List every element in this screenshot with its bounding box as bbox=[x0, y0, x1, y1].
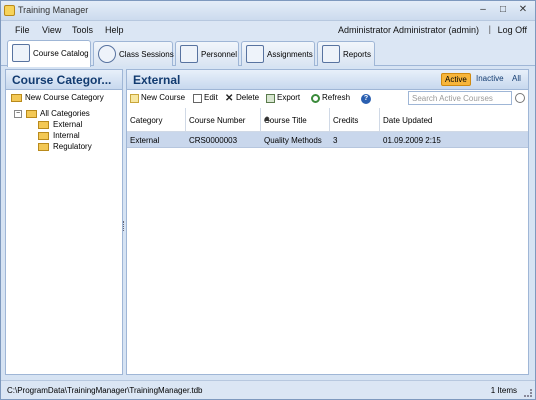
folder-icon bbox=[38, 143, 49, 151]
printer-icon bbox=[322, 45, 340, 63]
new-course-button[interactable]: New Course bbox=[130, 93, 190, 105]
tree-node-regulatory[interactable]: Regulatory bbox=[26, 141, 116, 153]
tab-course-catalog[interactable]: Course Catalog bbox=[7, 40, 91, 67]
column-header-label: Credits bbox=[333, 116, 359, 125]
menu-tools[interactable]: Tools bbox=[72, 25, 93, 35]
tree-node-label: External bbox=[53, 120, 83, 129]
refresh-button[interactable]: Refresh bbox=[311, 93, 355, 105]
cell-date-updated: 01.09.2009 2:15 bbox=[383, 136, 441, 145]
filter-inactive[interactable]: Inactive bbox=[473, 73, 507, 84]
search-active-courses-input[interactable] bbox=[408, 91, 512, 105]
edit-button[interactable]: Edit bbox=[193, 93, 223, 105]
delete-icon: ✕ bbox=[225, 93, 234, 104]
tab-reports[interactable]: Reports bbox=[317, 41, 375, 66]
table-row[interactable]: External CRS0000003 Quality Methods 3 01… bbox=[127, 132, 528, 148]
course-panel: External Active Inactive All New Course … bbox=[126, 69, 529, 375]
close-button[interactable]: ✕ bbox=[515, 3, 531, 17]
new-course-category-button[interactable]: New Course Category bbox=[6, 90, 122, 106]
new-folder-icon bbox=[11, 94, 22, 102]
app-window: Training Manager – □ ✕ File View Tools H… bbox=[0, 0, 536, 400]
delete-button[interactable]: ✕ Delete bbox=[225, 93, 263, 105]
id-card-icon bbox=[180, 45, 198, 63]
clock-icon bbox=[98, 45, 116, 63]
book-icon bbox=[12, 44, 30, 62]
maximize-button[interactable]: □ bbox=[495, 3, 511, 17]
menu-file[interactable]: File bbox=[15, 25, 30, 35]
course-toolbar: New Course Edit ✕ Delete Export Refresh … bbox=[127, 90, 528, 108]
tab-label: Assignments bbox=[267, 50, 313, 59]
filter-active[interactable]: Active bbox=[441, 73, 471, 86]
current-user: Administrator Administrator (admin) bbox=[337, 25, 479, 35]
new-document-icon bbox=[130, 94, 139, 103]
window-title: Training Manager bbox=[18, 5, 89, 15]
log-off-link[interactable]: Log Off bbox=[498, 25, 527, 35]
course-panel-header: External Active Inactive All bbox=[127, 70, 528, 90]
refresh-icon bbox=[311, 94, 320, 103]
collapse-icon[interactable]: − bbox=[14, 110, 22, 118]
tab-personnel[interactable]: Personnel bbox=[175, 41, 239, 66]
column-header-label: Course Number bbox=[189, 116, 246, 125]
tab-label: Personnel bbox=[201, 50, 238, 59]
resize-grip-icon[interactable] bbox=[524, 389, 532, 397]
tab-label: Reports bbox=[343, 50, 372, 59]
folder-icon bbox=[38, 132, 49, 140]
edit-icon bbox=[193, 94, 202, 103]
category-panel-title: Course Categor... bbox=[12, 73, 112, 87]
minimize-button[interactable]: – bbox=[475, 3, 491, 17]
tree-node-label: All Categories bbox=[40, 109, 90, 118]
clipboard-icon bbox=[246, 45, 264, 63]
app-icon bbox=[4, 5, 15, 16]
help-icon: ? bbox=[361, 94, 371, 104]
column-header-course-number[interactable]: Course Number bbox=[186, 108, 261, 132]
course-panel-title: External bbox=[133, 73, 181, 87]
status-bar: C:\ProgramData\TrainingManager\TrainingM… bbox=[1, 380, 535, 399]
column-header-date-updated[interactable]: Date Updated bbox=[380, 108, 528, 132]
column-header-credits[interactable]: Credits bbox=[330, 108, 380, 132]
new-course-label: New Course bbox=[141, 93, 186, 102]
category-panel: Course Categor... New Course Category − … bbox=[5, 69, 123, 375]
tab-class-sessions[interactable]: Class Sessions bbox=[93, 41, 174, 66]
tab-label: Course Catalog bbox=[33, 49, 89, 58]
export-button[interactable]: Export bbox=[266, 93, 304, 105]
folder-icon bbox=[38, 121, 49, 129]
module-tabs: Course Catalog Class Sessions Personnel … bbox=[1, 39, 535, 67]
column-header-label: Course Title bbox=[264, 116, 307, 125]
tree-node-label: Internal bbox=[53, 131, 80, 140]
new-course-category-label: New Course Category bbox=[25, 93, 104, 102]
menu-separator: | bbox=[488, 24, 491, 34]
export-label: Export bbox=[277, 93, 301, 102]
tab-label: Class Sessions bbox=[119, 50, 174, 59]
menu-view[interactable]: View bbox=[42, 25, 61, 35]
column-header-category[interactable]: Category bbox=[127, 108, 186, 132]
refresh-label: Refresh bbox=[322, 93, 351, 102]
column-header-course-title[interactable]: Course Title bbox=[261, 108, 330, 132]
category-panel-header: Course Categor... bbox=[6, 70, 122, 90]
help-button[interactable]: ? bbox=[361, 93, 373, 105]
folder-icon bbox=[26, 110, 37, 118]
column-header-label: Category bbox=[130, 116, 163, 125]
tree-node-label: Regulatory bbox=[53, 142, 92, 151]
menu-bar: File View Tools Help Administrator Admin… bbox=[1, 21, 535, 39]
cell-course-title: Quality Methods bbox=[264, 136, 322, 145]
export-icon bbox=[266, 94, 275, 103]
menu-help[interactable]: Help bbox=[105, 25, 124, 35]
tab-assignments[interactable]: Assignments bbox=[241, 41, 315, 66]
title-bar: Training Manager – □ ✕ bbox=[1, 1, 535, 21]
column-header-label: Date Updated bbox=[383, 116, 433, 125]
cell-course-number: CRS0000003 bbox=[189, 136, 238, 145]
cell-category: External bbox=[130, 136, 160, 145]
search-icon[interactable] bbox=[515, 93, 525, 103]
filter-all[interactable]: All bbox=[509, 73, 524, 84]
item-count: 1 Items bbox=[490, 386, 517, 395]
edit-label: Edit bbox=[204, 93, 218, 102]
database-path: C:\ProgramData\TrainingManager\TrainingM… bbox=[7, 386, 203, 395]
grid-header: Category Course Number Course Title Cred… bbox=[127, 108, 528, 132]
delete-label: Delete bbox=[236, 93, 260, 102]
sort-ascending-icon bbox=[264, 116, 270, 121]
cell-credits: 3 bbox=[333, 136, 338, 145]
